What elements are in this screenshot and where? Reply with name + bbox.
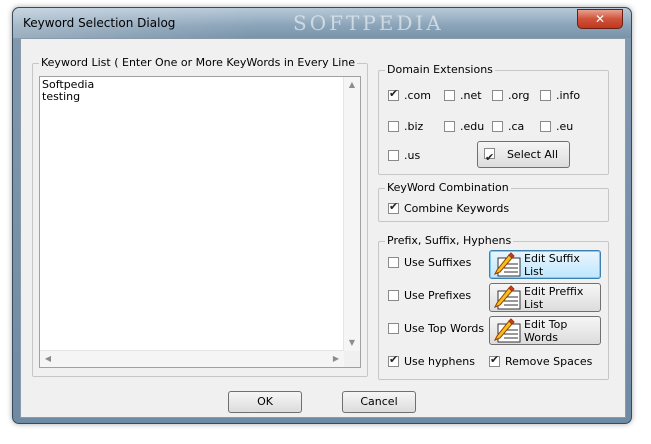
checkbox-box[interactable]	[388, 323, 399, 334]
checkbox-label: .org	[508, 89, 530, 102]
checkbox-com[interactable]: .com	[388, 87, 431, 102]
checkbox-box[interactable]	[388, 353, 399, 367]
edit-prefix-list-label: Edit Preffix List	[524, 284, 584, 311]
prefix-suffix-legend: Prefix, Suffix, Hyphens	[385, 234, 514, 248]
close-button[interactable]: ✕	[577, 9, 623, 29]
scroll-down-icon[interactable]: ▼	[344, 335, 360, 351]
checkbox-box[interactable]	[540, 121, 551, 132]
prefix-suffix-group: Prefix, Suffix, Hyphens Use Suffixes Edi…	[378, 234, 609, 380]
combine-keywords-checkbox[interactable]: Combine Keywords	[388, 200, 510, 215]
checkbox-label: .ca	[508, 120, 525, 133]
window-title: Keyword Selection Dialog	[23, 16, 176, 30]
checkbox-box[interactable]	[388, 200, 399, 214]
scroll-left-icon[interactable]: ◀	[40, 351, 56, 367]
dialog-window: Keyword Selection Dialog SOFTPEDIA ✕ Key…	[12, 7, 632, 424]
cancel-button[interactable]: Cancel	[342, 391, 416, 413]
checkbox-box[interactable]	[388, 257, 399, 268]
use-hyphens-checkbox[interactable]: Use hyphens	[388, 353, 475, 368]
edit-top-words-button[interactable]: Edit Top Words	[489, 316, 601, 345]
notepad-pencil-icon	[493, 284, 521, 309]
notepad-pencil-icon	[493, 251, 521, 276]
remove-spaces-checkbox[interactable]: Remove Spaces	[489, 353, 593, 368]
dialog-client-area: Keyword List ( Enter One or More KeyWord…	[20, 38, 626, 418]
ok-button[interactable]: OK	[228, 391, 302, 413]
domain-extensions-legend: Domain Extensions	[385, 63, 495, 77]
checkbox-label: .net	[460, 89, 482, 102]
keyword-combination-legend: KeyWord Combination	[385, 181, 511, 195]
checkbox-info[interactable]: .info	[540, 89, 580, 102]
checkbox-label: Remove Spaces	[505, 355, 593, 368]
checkbox-box[interactable]	[492, 121, 503, 132]
checkbox-box[interactable]	[444, 121, 455, 132]
checkbox-biz[interactable]: .biz	[388, 120, 423, 133]
edit-suffix-list-button[interactable]: Edit Suffix List	[489, 250, 601, 279]
use-top-words-checkbox[interactable]: Use Top Words	[388, 322, 484, 335]
scroll-up-icon[interactable]: ▲	[344, 77, 360, 93]
select-all-checkbox[interactable]	[484, 145, 495, 170]
edit-top-words-label: Edit Top Words	[524, 317, 568, 344]
checkbox-edu[interactable]: .edu	[444, 120, 484, 133]
checkbox-eu[interactable]: .eu	[540, 120, 573, 133]
checkbox-box[interactable]	[444, 90, 455, 101]
domain-extensions-group: Domain Extensions .com .net .org .info .…	[378, 63, 609, 175]
checkbox-box[interactable]	[388, 290, 399, 301]
edit-suffix-list-label: Edit Suffix List	[524, 251, 580, 278]
checkbox-box[interactable]	[492, 90, 503, 101]
checkbox-label: Combine Keywords	[404, 202, 510, 215]
vertical-scrollbar[interactable]: ▲ ▼	[343, 77, 360, 351]
checkbox-ca[interactable]: .ca	[492, 120, 524, 133]
edit-prefix-list-button[interactable]: Edit Preffix List	[489, 283, 601, 312]
checkbox-label: .edu	[460, 120, 485, 133]
keyword-list-group: Keyword List ( Enter One or More KeyWord…	[32, 56, 368, 377]
select-all-button[interactable]: Select All	[477, 141, 570, 170]
select-all-label: Select All	[506, 148, 559, 161]
scroll-corner	[344, 351, 360, 367]
checkbox-label: .info	[556, 89, 581, 102]
keyword-list-legend: Keyword List ( Enter One or More KeyWord…	[39, 56, 358, 70]
checkbox-box[interactable]	[540, 90, 551, 101]
keyword-combination-group: KeyWord Combination Combine Keywords	[378, 181, 609, 222]
title-bar[interactable]: Keyword Selection Dialog SOFTPEDIA ✕	[13, 8, 631, 38]
checkbox-label: Use Top Words	[404, 322, 485, 335]
checkbox-label: .us	[404, 149, 421, 162]
scroll-right-icon[interactable]: ▶	[328, 351, 344, 367]
checkbox-label: .biz	[404, 120, 424, 133]
checkbox-box[interactable]	[388, 87, 399, 101]
keyword-textarea[interactable]: Softpedia testing ▲ ▼ ◀ ▶	[39, 76, 361, 368]
checkbox-box[interactable]	[388, 121, 399, 132]
checkbox-box[interactable]	[388, 150, 399, 161]
watermark: SOFTPEDIA	[293, 11, 444, 35]
checkbox-us[interactable]: .us	[388, 149, 420, 162]
checkbox-box[interactable]	[489, 353, 500, 367]
checkbox-label: Use Suffixes	[404, 256, 472, 269]
checkbox-net[interactable]: .net	[444, 89, 482, 102]
checkbox-label: .com	[404, 89, 431, 102]
use-prefixes-checkbox[interactable]: Use Prefixes	[388, 289, 471, 302]
checkbox-label: .eu	[556, 120, 574, 133]
checkbox-org[interactable]: .org	[492, 89, 530, 102]
checkbox-label: Use hyphens	[404, 355, 475, 368]
keyword-line: testing	[42, 90, 81, 103]
checkbox-label: Use Prefixes	[404, 289, 472, 302]
notepad-pencil-icon	[493, 317, 521, 342]
use-suffixes-checkbox[interactable]: Use Suffixes	[388, 256, 471, 269]
horizontal-scrollbar[interactable]: ◀ ▶	[40, 350, 344, 367]
